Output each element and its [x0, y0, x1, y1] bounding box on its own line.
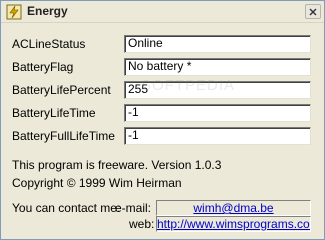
- close-icon: [309, 8, 317, 15]
- watermark: SOFTPEDIA: [141, 77, 236, 94]
- energy-app-icon[interactable]: [6, 4, 22, 20]
- web-link[interactable]: http://www.wimsprograms.com/: [156, 216, 311, 232]
- freeware-notice: This program is freeware. Version 1.0.3: [12, 158, 222, 172]
- energy-window: Energy ACLineStatus Online BatteryFlag N…: [0, 0, 325, 240]
- battery-full-life-time-value[interactable]: -1: [124, 127, 311, 145]
- battery-life-time-label: BatteryLifeTime: [12, 106, 96, 120]
- email-link[interactable]: wimh@dma.be: [156, 200, 311, 216]
- battery-life-percent-label: BatteryLifePercent: [12, 83, 111, 97]
- acline-status-value[interactable]: Online: [124, 35, 311, 53]
- close-button[interactable]: [305, 4, 321, 19]
- web-label: web:: [129, 217, 155, 231]
- title-bar[interactable]: Energy: [1, 1, 324, 23]
- battery-full-life-time-label: BatteryFullLifeTime: [12, 129, 115, 143]
- battery-life-time-value[interactable]: -1: [124, 104, 311, 122]
- email-label: e-mail:: [115, 201, 152, 215]
- battery-flag-value[interactable]: No battery *: [124, 58, 311, 76]
- window-title: Energy: [27, 4, 68, 18]
- contact-intro: You can contact me:: [12, 201, 121, 215]
- battery-flag-label: BatteryFlag: [12, 60, 74, 74]
- copyright-notice: Copyright © 1999 Wim Heirman: [12, 176, 182, 190]
- acline-status-label: ACLineStatus: [12, 37, 86, 51]
